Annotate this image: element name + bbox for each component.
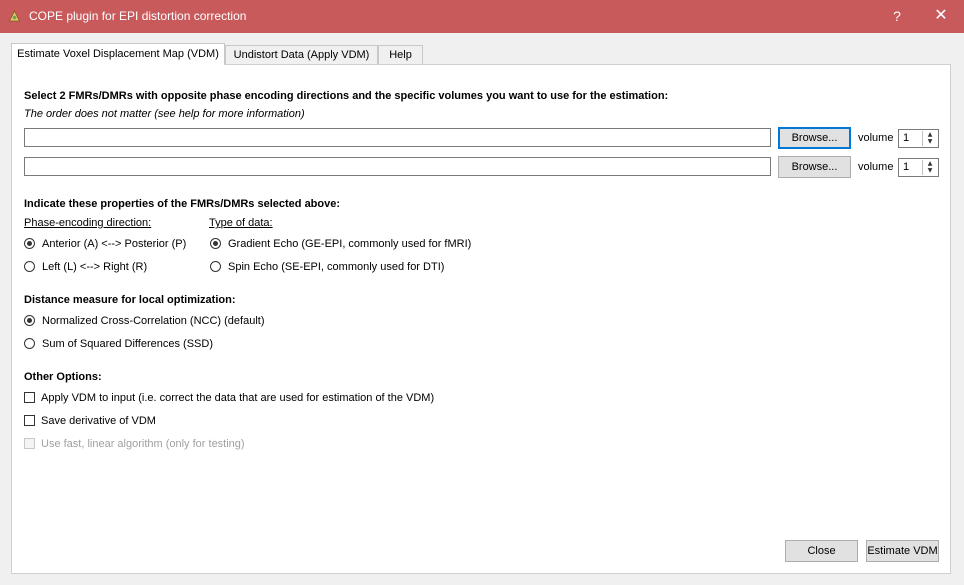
fmr-path-input-2[interactable] (24, 157, 771, 176)
close-button[interactable]: Close (785, 540, 858, 562)
tab-undistort-data[interactable]: Undistort Data (Apply VDM) (225, 45, 378, 64)
fmr-path-input-1[interactable] (24, 128, 771, 147)
spin-down-icon[interactable]: ▼ (923, 138, 937, 146)
checkbox-apply-vdm-label[interactable]: Apply VDM to input (i.e. correct the dat… (41, 392, 434, 404)
data-type-label: Type of data: (209, 217, 273, 229)
checkbox-save-derivative[interactable] (24, 415, 35, 426)
properties-heading: Indicate these properties of the FMRs/DM… (24, 198, 341, 210)
select-heading: Select 2 FMRs/DMRs with opposite phase e… (24, 90, 669, 102)
volume-label-2: volume (858, 161, 894, 173)
tab-help[interactable]: Help (378, 45, 423, 64)
estimate-vdm-button[interactable]: Estimate VDM (866, 540, 939, 562)
select-note: The order does not matter (see help for … (24, 108, 305, 120)
volume-value-1: 1 (903, 132, 910, 144)
radio-gradient-echo-label[interactable]: Gradient Echo (GE-EPI, commonly used for… (228, 238, 471, 250)
close-window-button[interactable]: ✕ (926, 6, 956, 26)
window-title: COPE plugin for EPI distortion correctio… (29, 9, 247, 23)
radio-ncc-label[interactable]: Normalized Cross-Correlation (NCC) (defa… (42, 315, 265, 327)
browse-button-1[interactable]: Browse... (778, 127, 851, 149)
volume-spinbox-1[interactable]: 1 ▲ ▼ (898, 129, 939, 148)
radio-ncc[interactable] (24, 315, 35, 326)
volume-label-1: volume (858, 132, 894, 144)
radio-left-right[interactable] (24, 261, 35, 272)
tab-panel-estimate-vdm: Select 2 FMRs/DMRs with opposite phase e… (11, 64, 951, 574)
checkbox-apply-vdm[interactable] (24, 392, 35, 403)
radio-spin-echo-label[interactable]: Spin Echo (SE-EPI, commonly used for DTI… (228, 261, 444, 273)
radio-anterior-posterior-label[interactable]: Anterior (A) <--> Posterior (P) (42, 238, 186, 250)
browse-button-2[interactable]: Browse... (778, 156, 851, 178)
phase-encoding-label: Phase-encoding direction: (24, 217, 152, 229)
radio-ssd[interactable] (24, 338, 35, 349)
radio-spin-echo[interactable] (210, 261, 221, 272)
title-bar: COPE plugin for EPI distortion correctio… (0, 0, 964, 33)
checkbox-fast-linear (24, 438, 35, 449)
other-options-heading: Other Options: (24, 371, 102, 383)
volume-spinbox-2[interactable]: 1 ▲ ▼ (898, 158, 939, 177)
checkbox-save-derivative-label[interactable]: Save derivative of VDM (41, 415, 156, 427)
tab-estimate-vdm[interactable]: Estimate Voxel Displacement Map (VDM) (11, 43, 225, 65)
radio-gradient-echo[interactable] (210, 238, 221, 249)
radio-anterior-posterior[interactable] (24, 238, 35, 249)
checkbox-fast-linear-label: Use fast, linear algorithm (only for tes… (41, 438, 245, 450)
help-button[interactable]: ? (884, 6, 910, 26)
radio-ssd-label[interactable]: Sum of Squared Differences (SSD) (42, 338, 213, 350)
app-icon (8, 10, 21, 22)
spin-down-icon[interactable]: ▼ (923, 167, 937, 175)
volume-value-2: 1 (903, 161, 910, 173)
distance-heading: Distance measure for local optimization: (24, 294, 236, 306)
radio-left-right-label[interactable]: Left (L) <--> Right (R) (42, 261, 147, 273)
